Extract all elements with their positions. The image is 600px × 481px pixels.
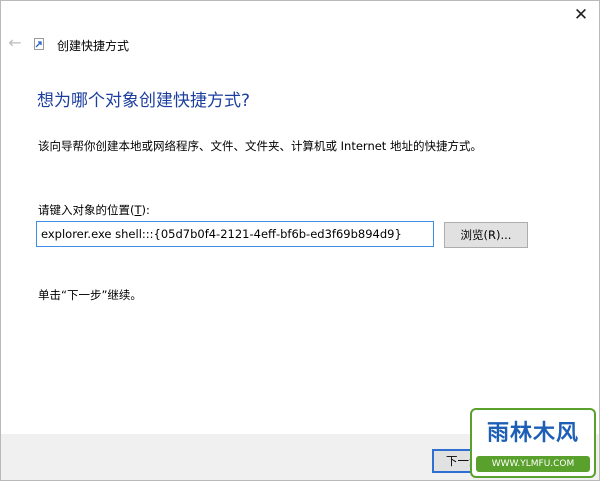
wizard-heading: 想为哪个对象创建快捷方式? (37, 91, 251, 111)
window-title: 创建快捷方式 (57, 39, 130, 53)
shortcut-icon (34, 38, 44, 50)
continue-hint: 单击“下一步”继续。 (38, 288, 142, 302)
location-label-accesskey: T (134, 203, 142, 217)
browse-button[interactable]: 浏览(R)... (444, 222, 528, 248)
watermark-logo-text: 雨林木风 (486, 421, 579, 446)
location-label-prefix: 请键入对象的位置( (38, 203, 135, 217)
close-icon[interactable]: ✕ (570, 4, 592, 26)
location-input[interactable] (36, 221, 434, 247)
location-label: 请键入对象的位置(T): (38, 202, 150, 218)
location-label-suffix: ): (141, 203, 150, 217)
watermark-logo: 雨林木风 WWW.YLMFU.COM (470, 408, 596, 478)
wizard-description: 该向导帮你创建本地或网络程序、文件、文件夹、计算机或 Internet 地址的快… (38, 139, 482, 153)
arrow-left-icon[interactable]: ← (6, 34, 24, 52)
watermark-url: WWW.YLMFU.COM (476, 456, 590, 472)
